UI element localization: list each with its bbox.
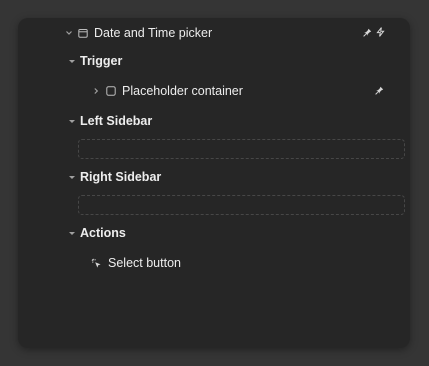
caret-down-icon[interactable]	[69, 232, 75, 235]
row-actions	[375, 84, 384, 98]
slot-label: Right Sidebar	[80, 170, 162, 184]
tree-row-date-time-picker[interactable]: Date and Time picker	[18, 19, 410, 47]
pin-icon[interactable]	[375, 84, 384, 98]
slot-trigger[interactable]: Trigger	[18, 47, 410, 75]
tree-row-label: Placeholder container	[122, 84, 243, 98]
caret-down-icon[interactable]	[69, 60, 75, 63]
row-actions	[363, 26, 385, 40]
slot-right-sidebar[interactable]: Right Sidebar	[18, 163, 410, 191]
tree-row-select-button[interactable]: Select button	[18, 249, 410, 277]
slot-label: Actions	[80, 226, 126, 240]
tree-row-label: Date and Time picker	[94, 26, 213, 40]
bolt-icon[interactable]	[376, 26, 385, 40]
calendar-icon	[77, 27, 89, 39]
empty-slot-dropzone[interactable]	[78, 195, 405, 215]
empty-slot-dropzone[interactable]	[78, 139, 405, 159]
chevron-down-icon[interactable]	[64, 28, 74, 38]
square-icon	[105, 85, 117, 97]
cursor-click-icon	[90, 257, 102, 269]
slot-label: Trigger	[80, 54, 123, 68]
slot-label: Left Sidebar	[80, 114, 153, 128]
pin-icon[interactable]	[363, 26, 372, 40]
slot-left-sidebar[interactable]: Left Sidebar	[18, 107, 410, 135]
chevron-right-icon[interactable]	[91, 86, 101, 96]
slot-actions[interactable]: Actions	[18, 219, 410, 247]
caret-down-icon[interactable]	[69, 120, 75, 123]
caret-down-icon[interactable]	[69, 176, 75, 179]
tree-row-label: Select button	[108, 256, 181, 270]
layer-tree-panel: Date and Time picker Trigger Placeholder…	[18, 18, 410, 348]
tree-row-placeholder-container[interactable]: Placeholder container	[18, 77, 410, 105]
